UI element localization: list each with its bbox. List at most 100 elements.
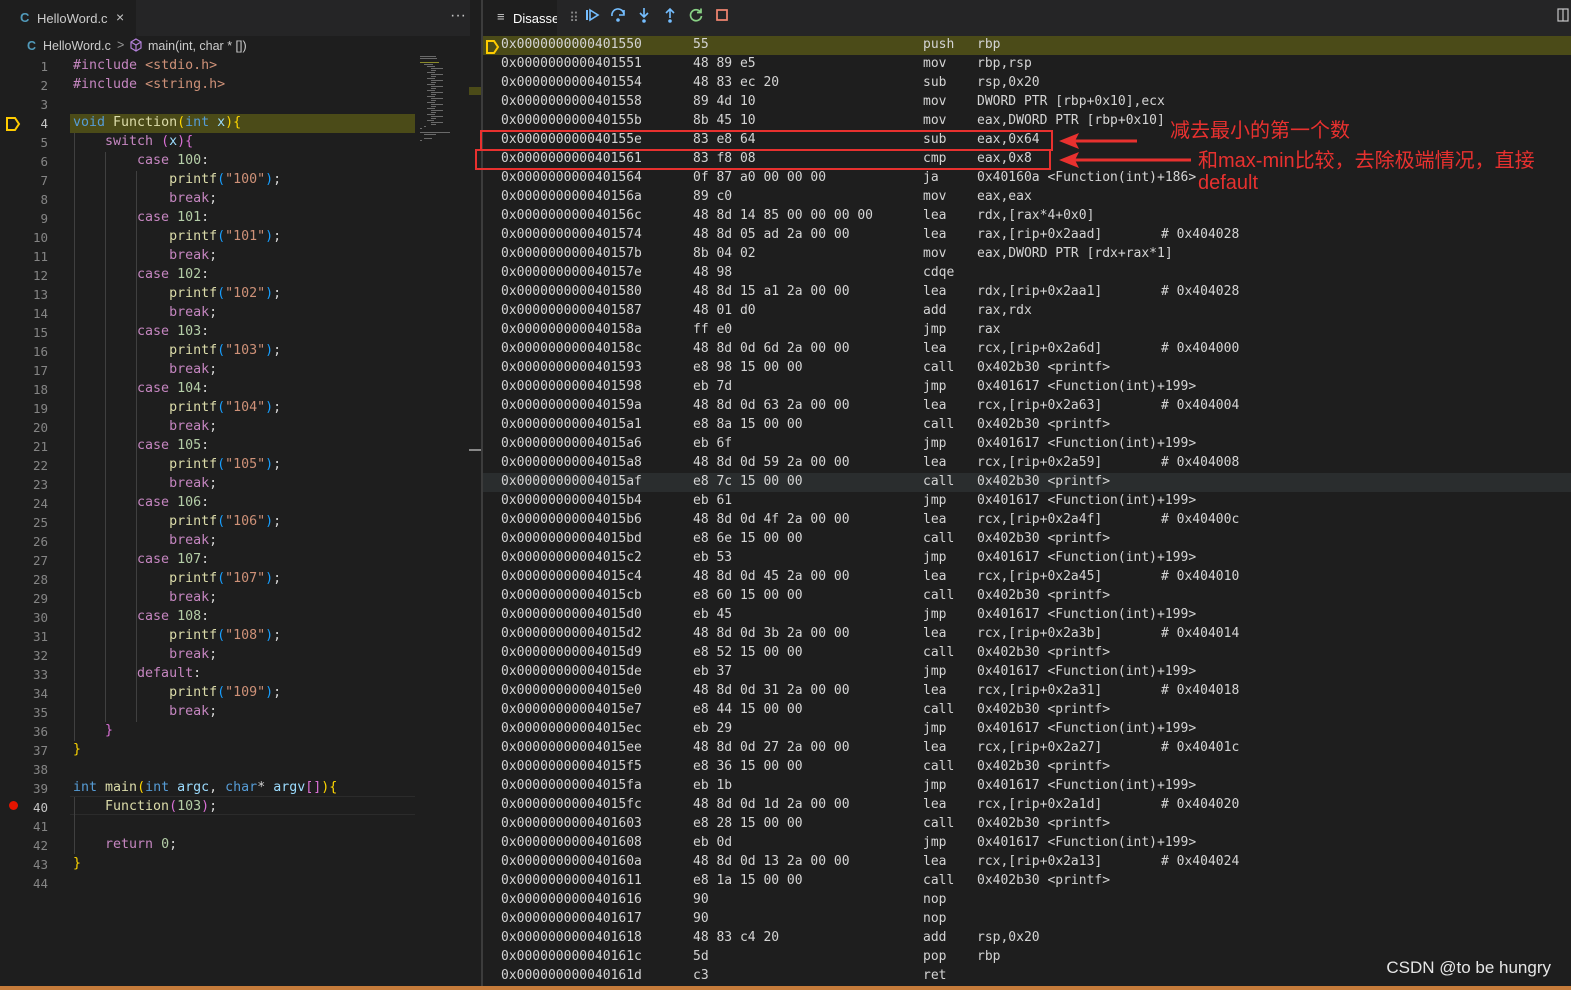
disassembly-row[interactable]: 0x00000000004015e7 e8 44 15 00 00 call 0x40… (483, 701, 1571, 720)
disassembly-row[interactable]: 0x00000000004015fc 48 8d 0d 1d 2a 00 00 le… (483, 796, 1571, 815)
disassembly-row[interactable]: 0x000000000040158c 48 8d 0d 6d 2a 00 00 le… (483, 340, 1571, 359)
disassembly-row[interactable]: 0x0000000000401587 48 01 d0 add rax,rdx (483, 302, 1571, 321)
disassembly-row[interactable]: 0x0000000000401603 e8 28 15 00 00 call 0x40… (483, 815, 1571, 834)
code-line[interactable]: case 104: (73, 381, 209, 396)
code-line[interactable]: break; (73, 191, 217, 206)
code-line[interactable]: case 103: (73, 324, 209, 339)
disassembly-row[interactable]: 0x0000000000401554 48 83 ec 20 sub rsp,0x20 (483, 74, 1571, 93)
stop-icon[interactable] (711, 7, 733, 29)
code-line[interactable]: break; (73, 476, 217, 491)
code-line[interactable]: } (73, 742, 81, 757)
code-line[interactable]: default: (73, 666, 201, 681)
disassembly-row[interactable]: 0x00000000004015d2 48 8d 0d 3b 2a 00 00 le… (483, 625, 1571, 644)
code-line[interactable]: case 101: (73, 210, 209, 225)
code-line[interactable]: break; (73, 419, 217, 434)
code-line[interactable]: case 108: (73, 609, 209, 624)
disassembly-row[interactable]: 0x0000000000401598 eb 7d jmp 0x401617 <Func… (483, 378, 1571, 397)
step-over-icon[interactable] (607, 7, 629, 29)
code-line[interactable]: break; (73, 305, 217, 320)
code-line[interactable]: case 102: (73, 267, 209, 282)
close-icon[interactable]: × (116, 9, 124, 25)
code-line[interactable]: int main(int argc, char* argv[]){ (73, 780, 337, 795)
continue-icon[interactable] (581, 7, 603, 29)
code-line[interactable]: printf("102"); (73, 286, 281, 301)
disassembly-row[interactable]: 0x00000000004015a6 eb 6f jmp 0x401617 <Func… (483, 435, 1571, 454)
disassembly-row[interactable]: 0x00000000004015af e8 7c 15 00 00 call 0x40… (483, 473, 1571, 492)
disassembly-row[interactable]: 0x00000000004015c4 48 8d 0d 45 2a 00 00 le… (483, 568, 1571, 587)
code-line[interactable]: printf("104"); (73, 400, 281, 415)
disassembly-row[interactable]: 0x0000000000401580 48 8d 15 a1 2a 00 00 le… (483, 283, 1571, 302)
code-line[interactable]: Function(103); (73, 799, 217, 814)
editor-scrollbar[interactable] (469, 36, 481, 986)
disassembly-row[interactable]: 0x00000000004015c2 eb 53 jmp 0x401617 <Func… (483, 549, 1571, 568)
disassembly-row[interactable]: 0x00000000004015bd e8 6e 15 00 00 call 0x40… (483, 530, 1571, 549)
code-line[interactable]: case 106: (73, 495, 209, 510)
disassembly-row[interactable]: 0x0000000000401558 89 4d 10 mov DWORD PTR [… (483, 93, 1571, 112)
disassembly-row[interactable]: 0x0000000000401611 e8 1a 15 00 00 call 0x40… (483, 872, 1571, 891)
breadcrumb-symbol[interactable]: main(int, char * []) (148, 39, 247, 53)
disassembly-row[interactable]: 0x000000000040156a 89 c0 mov eax,eax (483, 188, 1571, 207)
code-line[interactable]: case 105: (73, 438, 209, 453)
step-out-icon[interactable] (659, 7, 681, 29)
code-line[interactable]: #include <string.h> (73, 77, 225, 92)
code-line[interactable]: case 100: (73, 153, 209, 168)
disassembly-row[interactable]: 0x00000000004015de eb 37 jmp 0x401617 <Func… (483, 663, 1571, 682)
source-editor[interactable]: C HelloWord.c × ··· C HelloWord.c > main… (0, 0, 481, 990)
disassembly-row[interactable]: 0x00000000004015f5 e8 36 15 00 00 call 0x40… (483, 758, 1571, 777)
step-into-icon[interactable] (633, 7, 655, 29)
code-line[interactable]: } (73, 856, 81, 871)
disassembly-row[interactable]: 0x00000000004015a1 e8 8a 15 00 00 call 0x40… (483, 416, 1571, 435)
disassembly-row[interactable]: 0x000000000040157b 8b 04 02 mov eax,DWORD P… (483, 245, 1571, 264)
code-line[interactable]: switch (x){ (73, 134, 193, 149)
code-line[interactable]: printf("101"); (73, 229, 281, 244)
code-line[interactable]: return 0; (73, 837, 177, 852)
code-line[interactable]: } (73, 723, 113, 738)
disassembly-row[interactable]: 0x000000000040160a 48 8d 0d 13 2a 00 00 le… (483, 853, 1571, 872)
more-actions-icon[interactable]: ··· (450, 7, 466, 25)
code-line[interactable]: break; (73, 590, 217, 605)
disassembly-row[interactable]: 0x00000000004015e0 48 8d 0d 31 2a 00 00 le… (483, 682, 1571, 701)
minimap[interactable] (420, 56, 460, 146)
disassembly-row[interactable]: 0x0000000000401608 eb 0d jmp 0x401617 <Func… (483, 834, 1571, 853)
code-line[interactable]: #include <stdio.h> (73, 58, 217, 73)
split-editor-icon[interactable] (1557, 8, 1569, 25)
code-line[interactable]: case 107: (73, 552, 209, 567)
disassembly-row[interactable]: 0x000000000040157e 48 98 cdqe (483, 264, 1571, 283)
disassembly-row[interactable]: 0x000000000040158a ff e0 jmp rax (483, 321, 1571, 340)
code-line[interactable]: break; (73, 533, 217, 548)
disassembly-row[interactable]: 0x00000000004015fa eb 1b jmp 0x401617 <Func… (483, 777, 1571, 796)
code-line[interactable]: break; (73, 647, 217, 662)
disassembly-row[interactable]: 0x00000000004015d9 e8 52 15 00 00 call 0x40… (483, 644, 1571, 663)
disassembly-row[interactable]: 0x00000000004015d0 eb 45 jmp 0x401617 <Func… (483, 606, 1571, 625)
code-line[interactable]: printf("106"); (73, 514, 281, 529)
disassembly-row[interactable]: 0x000000000040155b 8b 45 10 mov eax,DWORD P… (483, 112, 1571, 131)
code-line[interactable]: printf("108"); (73, 628, 281, 643)
disassembly-row[interactable]: 0x0000000000401616 90 nop (483, 891, 1571, 910)
disassembly-row[interactable]: 0x00000000004015a8 48 8d 0d 59 2a 00 00 le… (483, 454, 1571, 473)
disassembly-row[interactable]: 0x0000000000401550 55 push rbp (483, 36, 1571, 55)
code-line[interactable]: printf("100"); (73, 172, 281, 187)
restart-icon[interactable] (685, 7, 707, 29)
code-line[interactable]: printf("109"); (73, 685, 281, 700)
scrollbar-thumb[interactable] (469, 449, 481, 451)
tab-disassembly[interactable]: ≡ Disassembly (483, 0, 557, 36)
disassembly-row[interactable]: 0x00000000004015ec eb 29 jmp 0x401617 <Func… (483, 720, 1571, 739)
disassembly-row[interactable]: 0x0000000000401574 48 8d 05 ad 2a 00 00 le… (483, 226, 1571, 245)
disassembly-row[interactable]: 0x00000000004015cb e8 60 15 00 00 call 0x40… (483, 587, 1571, 606)
disassembly-row[interactable]: 0x0000000000401593 e8 98 15 00 00 call 0x40… (483, 359, 1571, 378)
disassembly-row[interactable]: 0x0000000000401618 48 83 c4 20 add rsp,0x20 (483, 929, 1571, 948)
code-line[interactable]: break; (73, 362, 217, 377)
tab-helloword-c[interactable]: C HelloWord.c × (0, 0, 136, 36)
disassembly-row[interactable]: 0x00000000004015b4 eb 61 jmp 0x401617 <Func… (483, 492, 1571, 511)
disassembly-row[interactable]: 0x000000000040156c 48 8d 14 85 00 00 00 0… (483, 207, 1571, 226)
disassembly-row[interactable]: 0x0000000000401617 90 nop (483, 910, 1571, 929)
disassembly-row[interactable]: 0x00000000004015b6 48 8d 0d 4f 2a 00 00 le… (483, 511, 1571, 530)
code-line[interactable]: printf("107"); (73, 571, 281, 586)
code-line[interactable]: break; (73, 704, 217, 719)
breadcrumb-file[interactable]: HelloWord.c (43, 39, 111, 53)
code-line[interactable]: printf("105"); (73, 457, 281, 472)
code-line[interactable]: break; (73, 248, 217, 263)
code-line[interactable]: void Function(int x){ (73, 115, 241, 130)
disassembly-row[interactable]: 0x00000000004015ee 48 8d 0d 27 2a 00 00 le… (483, 739, 1571, 758)
disassembly-row[interactable]: 0x000000000040159a 48 8d 0d 63 2a 00 00 le… (483, 397, 1571, 416)
